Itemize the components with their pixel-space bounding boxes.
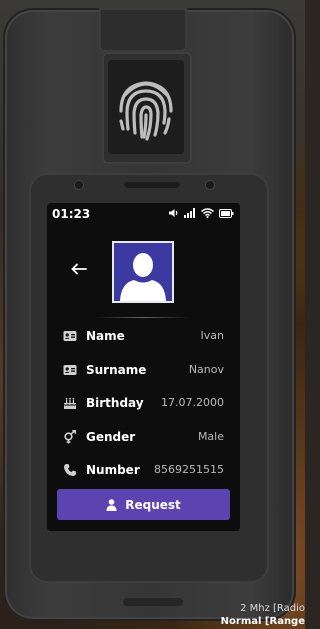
field-label: Gender: [86, 430, 136, 444]
phone-screen: 01:23 Name Ivan Surname Nanov Birthday 1…: [47, 203, 240, 531]
birthday-cake-icon: [63, 397, 77, 409]
field-row-number: Number 8569251515: [47, 461, 240, 481]
field-row-gender: Gender Male: [47, 428, 240, 448]
field-value: Male: [197, 430, 224, 443]
request-button-label: Request: [125, 497, 181, 512]
field-label: Number: [86, 463, 140, 477]
field-value: 17.07.2000: [161, 396, 224, 409]
arrow-left-icon: [71, 263, 87, 275]
proximity-sensor: [206, 181, 214, 189]
phone-icon: [64, 464, 76, 476]
field-value: Ivan: [200, 329, 224, 342]
field-label: Name: [86, 329, 125, 343]
radio-frequency-text: 2 Mhz [Radio: [240, 603, 305, 614]
id-card-icon: [63, 331, 77, 341]
avatar: [112, 241, 174, 303]
voice-range-text: Normal [Range: [220, 616, 305, 627]
fingerprint-module[interactable]: [102, 52, 192, 164]
field-value: Nanov: [188, 363, 224, 376]
field-row-surname: Surname Nanov: [47, 361, 240, 381]
field-value: 8569251515: [154, 463, 224, 476]
status-bar: 01:23: [47, 203, 240, 225]
front-camera: [75, 181, 83, 189]
field-label: Surname: [86, 363, 147, 377]
earpiece-speaker: [124, 182, 180, 188]
request-button[interactable]: Request: [57, 489, 230, 520]
gender-icon: [64, 430, 77, 444]
field-row-name: Name Ivan: [47, 327, 240, 347]
divider: [97, 317, 189, 318]
status-time: 01:23: [52, 207, 91, 221]
back-button[interactable]: [71, 259, 87, 280]
fingerprint-sensor[interactable]: [108, 60, 184, 154]
status-icons: [169, 208, 234, 218]
user-silhouette-icon: [120, 253, 166, 301]
wifi-icon: [201, 208, 214, 218]
signal-icon: [184, 208, 195, 218]
device-top-tab: [99, 8, 187, 52]
field-label: Birthday: [86, 396, 144, 410]
fingerprint-icon: [119, 81, 173, 141]
user-icon: [106, 498, 117, 511]
field-row-birthday: Birthday 17.07.2000: [47, 394, 240, 414]
device-bottom-slot: [123, 598, 183, 606]
id-card-icon: [63, 365, 77, 375]
battery-icon: [219, 208, 234, 218]
volume-icon: [169, 209, 178, 217]
